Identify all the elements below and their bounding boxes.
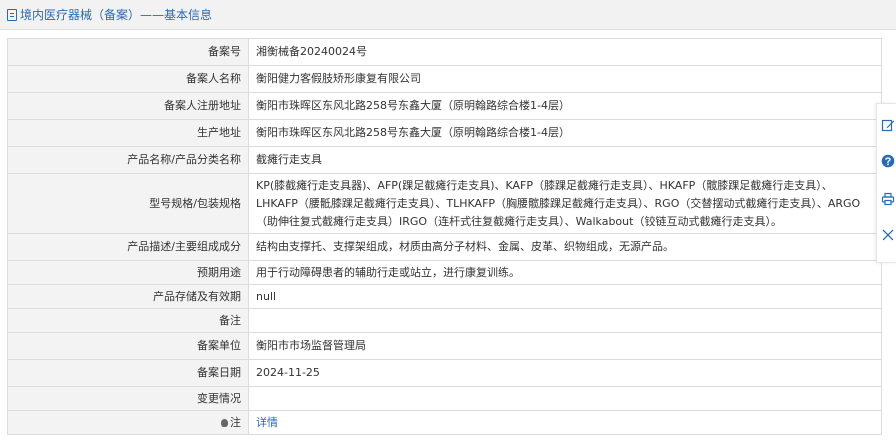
- edit-icon[interactable]: [881, 118, 895, 132]
- field-value: 用于行动障碍患者的辅助行走或站立，进行康复训练。: [248, 260, 882, 285]
- side-toolbar: [876, 103, 896, 263]
- lightbulb-icon: [221, 418, 228, 427]
- table-row: 备案单位 衡阳市市场监督管理局: [7, 332, 882, 360]
- table-row: 备案号 湘衡械备20240024号: [7, 38, 882, 66]
- table-row: 变更情况: [7, 386, 882, 411]
- field-value: 2024-11-25: [248, 359, 882, 387]
- field-value: 衡阳市市场监督管理局: [248, 332, 882, 360]
- field-label: 备注: [7, 308, 249, 333]
- field-value: 衡阳市珠晖区东风北路258号东鑫大厦（原明翰路综合楼1-4层）: [248, 119, 882, 147]
- table-row: 备注: [7, 308, 882, 333]
- field-value: 衡阳市珠晖区东风北路258号东鑫大厦（原明翰路综合楼1-4层）: [248, 92, 882, 120]
- field-label: 预期用途: [7, 260, 249, 285]
- field-label: 注: [7, 410, 249, 435]
- field-label: 生产地址: [7, 119, 249, 147]
- basic-info-table: 备案号 湘衡械备20240024号 备案人名称 衡阳健力客假肢矫形康复有限公司 …: [7, 38, 882, 435]
- field-value: 详情: [248, 410, 882, 435]
- details-link[interactable]: 详情: [256, 416, 278, 429]
- note-label: 注: [230, 415, 241, 429]
- table-row: 产品描述/主要组成成分 结构由支撑托、支撑架组成，材质由高分子材料、金属、皮革、…: [7, 233, 882, 261]
- help-icon[interactable]: [881, 154, 895, 168]
- field-value: [248, 386, 882, 411]
- table-row: 生产地址 衡阳市珠晖区东风北路258号东鑫大厦（原明翰路综合楼1-4层）: [7, 119, 882, 147]
- table-row: 备案人名称 衡阳健力客假肢矫形康复有限公司: [7, 65, 882, 93]
- table-row: 产品存储及有效期 null: [7, 284, 882, 309]
- field-label: 备案日期: [7, 359, 249, 387]
- table-row: 型号规格/包装规格 KP(膝截瘫行走支具器)、AFP(踝足截瘫行走支具)、KAF…: [7, 173, 882, 234]
- table-row: 备案日期 2024-11-25: [7, 359, 882, 387]
- field-label: 备案人名称: [7, 65, 249, 93]
- field-label: 产品描述/主要组成成分: [7, 233, 249, 261]
- close-icon[interactable]: [881, 228, 895, 242]
- field-label: 备案人注册地址: [7, 92, 249, 120]
- breadcrumb-category[interactable]: 境内医疗器械（备案）: [20, 6, 140, 23]
- field-value: 截瘫行走支具: [248, 146, 882, 174]
- field-value: KP(膝截瘫行走支具器)、AFP(踝足截瘫行走支具)、KAFP（膝踝足截瘫行走支…: [248, 173, 882, 234]
- table-row: 预期用途 用于行动障碍患者的辅助行走或站立，进行康复训练。: [7, 260, 882, 285]
- field-value: 衡阳健力客假肢矫形康复有限公司: [248, 65, 882, 93]
- field-value: 湘衡械备20240024号: [248, 38, 882, 66]
- page-title-bar: 境内医疗器械（备案） —— 基本信息: [0, 0, 896, 30]
- print-icon[interactable]: [881, 192, 895, 206]
- field-label: 备案单位: [7, 332, 249, 360]
- field-label: 备案号: [7, 38, 249, 66]
- table-row: 注 详情: [7, 410, 882, 435]
- breadcrumb-separator: ——: [140, 7, 165, 22]
- field-label: 产品存储及有效期: [7, 284, 249, 309]
- field-label: 变更情况: [7, 386, 249, 411]
- field-value: [248, 308, 882, 333]
- breadcrumb-section: 基本信息: [164, 8, 213, 22]
- field-label: 型号规格/包装规格: [7, 173, 249, 234]
- field-value: null: [248, 284, 882, 309]
- document-icon: [7, 8, 17, 21]
- field-label: 产品名称/产品分类名称: [7, 146, 249, 174]
- field-value: 结构由支撑托、支撑架组成，材质由高分子材料、金属、皮革、织物组成，无源产品。: [248, 233, 882, 261]
- table-row: 备案人注册地址 衡阳市珠晖区东风北路258号东鑫大厦（原明翰路综合楼1-4层）: [7, 92, 882, 120]
- table-row: 产品名称/产品分类名称 截瘫行走支具: [7, 146, 882, 174]
